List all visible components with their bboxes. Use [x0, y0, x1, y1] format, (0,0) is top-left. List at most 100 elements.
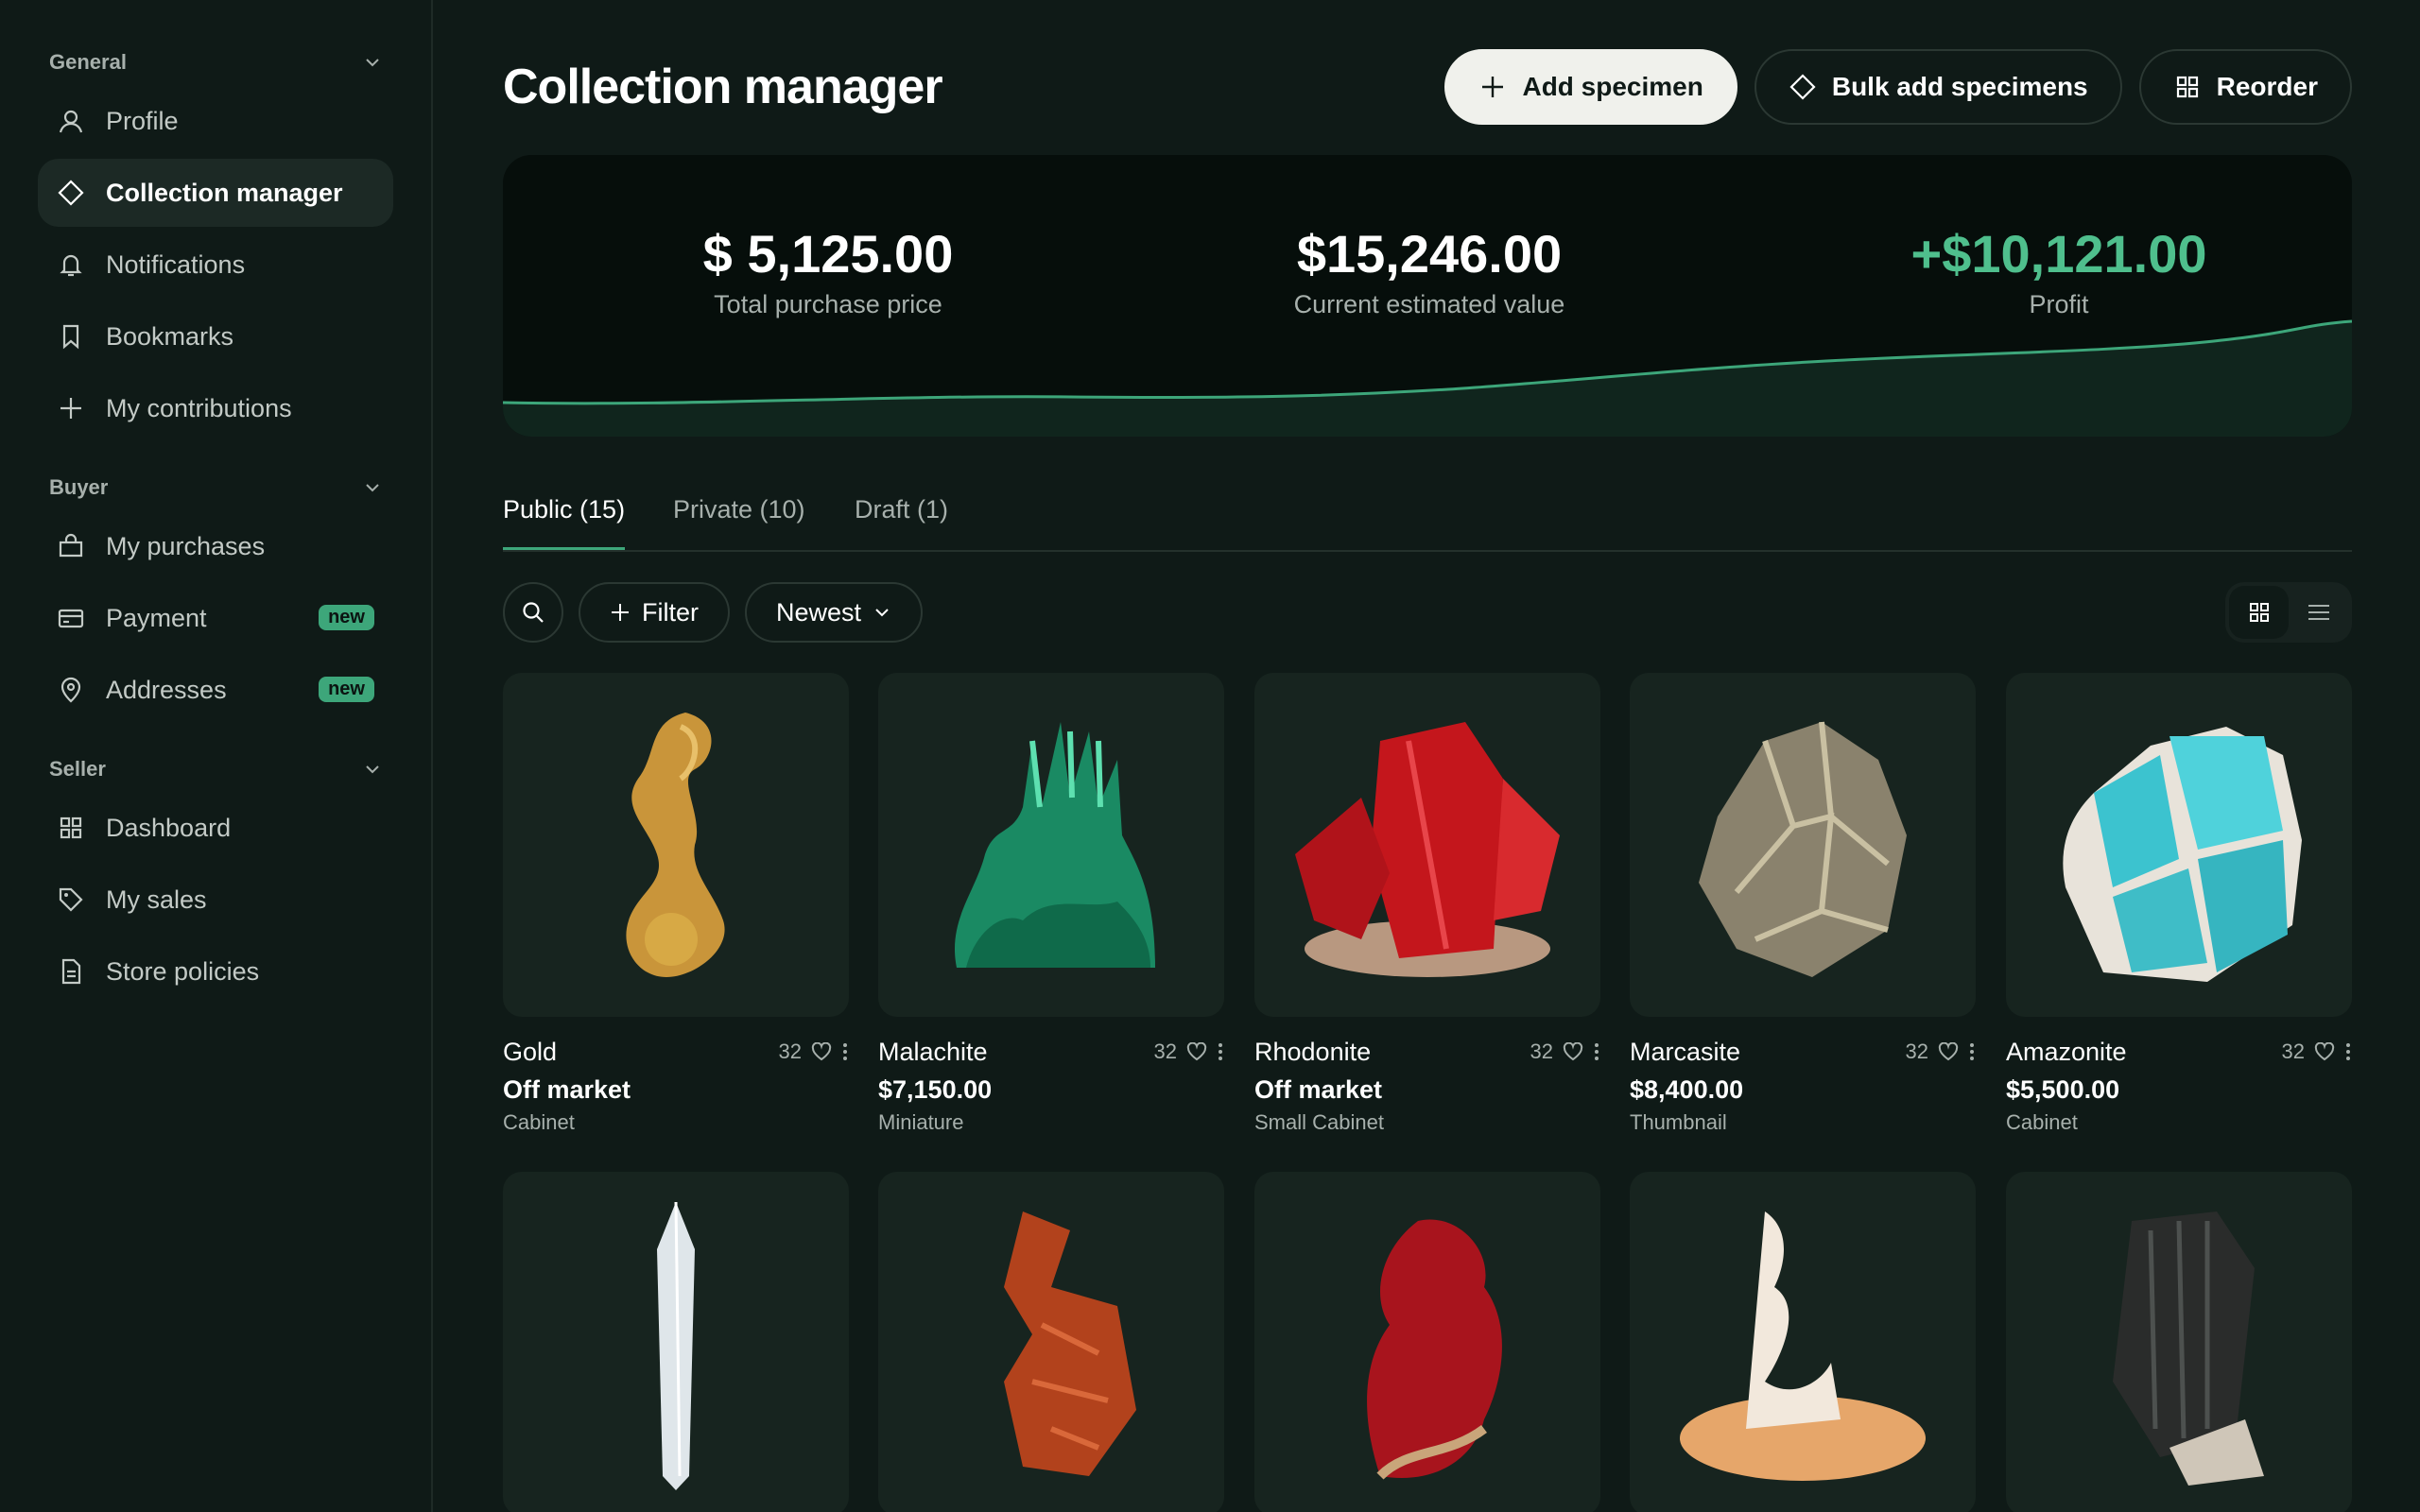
view-toggle [2225, 582, 2352, 643]
specimen-size: Cabinet [2006, 1110, 2078, 1134]
specimen-card[interactable]: Gold 32 Off market Cabinet [503, 673, 849, 1135]
sidebar-item-my-purchases[interactable]: My purchases [38, 512, 393, 580]
heart-icon[interactable] [1938, 1042, 1959, 1061]
sidebar-item-label: Notifications [106, 249, 246, 279]
specimen-card[interactable]: Marcasite 32 $8,400.00 Thumbnail [1630, 673, 1976, 1135]
specimen-name: Gold [503, 1037, 558, 1066]
specimen-name: Rhodonite [1254, 1037, 1372, 1066]
sidebar-item-label: Dashboard [106, 813, 232, 842]
heart-icon[interactable] [1563, 1042, 1583, 1061]
reorder-button[interactable]: Reorder [2138, 49, 2352, 125]
specimen-image [1254, 673, 1600, 1017]
sidebar-item-label: Profile [106, 106, 179, 135]
specimen-price: $8,400.00 [1630, 1075, 1744, 1104]
specimen-card[interactable]: Amazonite 32 $5,500.00 Cabinet [2006, 673, 2352, 1135]
more-icon[interactable] [1968, 1041, 1976, 1062]
like-count: 32 [1530, 1040, 1553, 1063]
specimen-image [1254, 1172, 1600, 1512]
section-title: General [49, 50, 127, 74]
heart-icon[interactable] [2314, 1042, 2335, 1061]
chevron-down-icon [366, 765, 379, 774]
filter-button[interactable]: Filter [579, 582, 730, 643]
plus-icon [612, 604, 629, 621]
sidebar-item-collection-manager[interactable]: Collection manager [38, 159, 393, 227]
section-seller-header[interactable]: Seller [38, 748, 393, 790]
specimen-card[interactable] [878, 1172, 1224, 1512]
sidebar-item-label: Addresses [106, 675, 227, 704]
bulk-add-specimens-button[interactable]: Bulk add specimens [1754, 49, 2122, 125]
list-view-button[interactable] [2289, 586, 2348, 639]
chevron-down-icon [875, 609, 889, 617]
specimen-size: Cabinet [503, 1110, 575, 1134]
user-icon [57, 107, 85, 135]
stats-panel: $ 5,125.00 Total purchase price $15,246.… [503, 155, 2352, 437]
search-button[interactable] [503, 582, 563, 643]
specimen-size: Thumbnail [1630, 1110, 1727, 1134]
like-count: 32 [2281, 1040, 2305, 1063]
more-icon[interactable] [1217, 1041, 1224, 1062]
specimen-name: Marcasite [1630, 1037, 1741, 1066]
sort-dropdown[interactable]: Newest [745, 582, 923, 643]
specimen-card[interactable]: Malachite 32 $7,150.00 Miniature [878, 673, 1224, 1135]
specimen-card[interactable] [2006, 1172, 2352, 1512]
tab-private[interactable]: Private (10) [673, 495, 805, 547]
section-title: Buyer [49, 475, 109, 499]
filter-bar: Filter Newest [503, 582, 2352, 643]
like-count: 32 [1153, 1040, 1177, 1063]
sidebar-item-label: My contributions [106, 393, 292, 422]
specimen-price: $7,150.00 [878, 1075, 993, 1104]
specimen-price: $5,500.00 [2006, 1075, 2120, 1104]
sidebar-item-store-policies[interactable]: Store policies [38, 937, 393, 1005]
sidebar-item-payment[interactable]: Payment new [38, 584, 393, 652]
diamond-icon [1789, 73, 1817, 101]
section-general-header[interactable]: General [38, 42, 393, 83]
grid-icon [2173, 73, 2202, 101]
like-count: 32 [1905, 1040, 1928, 1063]
sidebar-item-profile[interactable]: Profile [38, 87, 393, 155]
sidebar-item-label: Payment [106, 603, 207, 632]
more-icon[interactable] [2344, 1041, 2352, 1062]
tag-icon [57, 885, 85, 914]
list-icon [2308, 605, 2329, 620]
specimen-image [2006, 1172, 2352, 1512]
specimen-card[interactable]: Rhodonite 32 Off market Small Cabinet [1254, 673, 1600, 1135]
tab-public[interactable]: Public (15) [503, 495, 626, 550]
stat-value: $15,246.00 [1296, 224, 1563, 284]
specimen-image [1630, 1172, 1976, 1512]
section-buyer-header[interactable]: Buyer [38, 467, 393, 508]
sidebar-item-bookmarks[interactable]: Bookmarks [38, 302, 393, 370]
pin-icon [57, 676, 85, 704]
plus-icon [57, 394, 85, 422]
sidebar-item-my-contributions[interactable]: My contributions [38, 374, 393, 442]
sidebar-item-label: My sales [106, 885, 207, 914]
grid-view-button[interactable] [2229, 586, 2289, 639]
more-icon[interactable] [841, 1041, 849, 1062]
heart-icon[interactable] [811, 1042, 832, 1061]
more-icon[interactable] [1593, 1041, 1600, 1062]
bell-icon [57, 250, 85, 279]
main-content: Collection manager Add specimen Bulk add… [503, 0, 2352, 1512]
button-label: Reorder [2216, 72, 2318, 101]
heart-icon[interactable] [1186, 1042, 1207, 1061]
sidebar-item-label: My purchases [106, 531, 266, 560]
sidebar-item-addresses[interactable]: Addresses new [38, 656, 393, 724]
add-specimen-button[interactable]: Add specimen [1444, 49, 1737, 125]
sidebar-item-label: Collection manager [106, 178, 343, 207]
toolbar: Add specimen Bulk add specimens Reorder [1444, 49, 2352, 125]
specimen-card[interactable] [1630, 1172, 1976, 1512]
specimen-image [503, 673, 849, 1017]
specimen-card[interactable] [503, 1172, 849, 1512]
sidebar-item-notifications[interactable]: Notifications [38, 231, 393, 299]
visibility-tabs: Public (15) Private (10) Draft (1) [503, 476, 2352, 552]
specimen-name: Malachite [878, 1037, 988, 1066]
tab-draft[interactable]: Draft (1) [855, 495, 948, 547]
specimen-card[interactable] [1254, 1172, 1600, 1512]
sidebar-item-my-sales[interactable]: My sales [38, 866, 393, 934]
page-title: Collection manager [503, 60, 943, 114]
specimen-image [503, 1172, 849, 1512]
chevron-down-icon [366, 59, 379, 67]
card-icon [57, 604, 85, 632]
sidebar-item-dashboard[interactable]: Dashboard [38, 794, 393, 862]
specimen-image [878, 1172, 1224, 1512]
like-count: 32 [778, 1040, 802, 1063]
